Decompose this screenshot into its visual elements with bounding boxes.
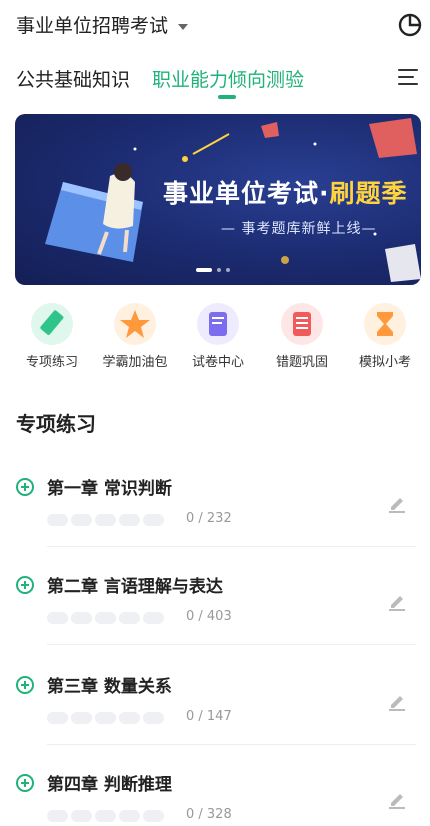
carousel-indicator (196, 268, 230, 272)
progress-bars (47, 810, 164, 822)
expand-plus-icon[interactable] (16, 576, 34, 594)
banner-title-highlight: 刷题季 (329, 179, 408, 208)
chapter-name: 第二章 言语理解与表达 (47, 577, 223, 597)
feature-error-review[interactable]: 错题巩固 (262, 303, 342, 370)
star-icon (114, 303, 156, 345)
subject-tabs: 公共基础知识 职业能力倾向测验 (0, 62, 430, 106)
exam-title: 事业单位招聘考试 (16, 15, 169, 37)
progress-bars (47, 612, 164, 624)
promo-banner[interactable]: 事业单位考试·刷题季 — 事考题库新鲜上线— (15, 114, 421, 285)
feature-label: 试卷中心 (191, 355, 244, 370)
divider (47, 744, 416, 745)
chapter-row[interactable]: 第三章 数量关系 0 / 147 (0, 670, 430, 768)
exam-selector[interactable]: 事业单位招聘考试 (16, 12, 189, 40)
chapter-count: 0 / 147 (186, 709, 232, 724)
feature-label: 专项练习 (25, 355, 78, 370)
chapter-name: 第一章 常识判断 (47, 479, 172, 499)
divider (47, 546, 416, 547)
carousel-dot-active (196, 268, 212, 272)
edit-pencil-icon[interactable] (386, 492, 408, 514)
divider (47, 644, 416, 645)
feature-label: 学霸加油包 (102, 355, 168, 370)
list-menu-icon[interactable] (398, 69, 420, 87)
tab-public-knowledge[interactable]: 公共基础知识 (16, 66, 130, 94)
feature-mock-test[interactable]: 模拟小考 (345, 303, 425, 370)
feature-boost-pack[interactable]: 学霸加油包 (95, 303, 175, 370)
active-tab-indicator (218, 95, 236, 99)
feature-paper-center[interactable]: 试卷中心 (178, 303, 258, 370)
edit-pencil-icon[interactable] (386, 788, 408, 810)
banner-subtitle: — 事考题库新鲜上线— (221, 221, 377, 237)
chapter-name: 第四章 判断推理 (47, 775, 172, 795)
edit-pencil-icon[interactable] (386, 590, 408, 612)
expand-plus-icon[interactable] (16, 676, 34, 694)
carousel-dot (226, 268, 230, 272)
progress-bars (47, 712, 164, 724)
section-title: 专项练习 (16, 412, 96, 436)
banner-title: 事业单位考试·刷题季 (163, 174, 408, 210)
top-bar: 事业单位招聘考试 (0, 0, 430, 52)
edit-pencil-icon[interactable] (386, 690, 408, 712)
caret-down-icon (178, 24, 189, 30)
feature-grid: 专项练习 学霸加油包 试卷中心 错题巩固 模拟小考 (0, 303, 430, 383)
chapter-count: 0 / 328 (186, 807, 232, 822)
feature-label: 错题巩固 (275, 355, 328, 370)
pie-chart-icon[interactable] (397, 12, 423, 38)
chapter-row[interactable]: 第四章 判断推理 0 / 328 (0, 768, 430, 826)
banner-title-main: 事业单位考试· (163, 179, 330, 208)
tab-aptitude-test[interactable]: 职业能力倾向测验 (152, 66, 304, 94)
paper-icon (197, 303, 239, 345)
feature-label: 模拟小考 (358, 355, 411, 370)
chapter-row[interactable]: 第二章 言语理解与表达 0 / 403 (0, 570, 430, 668)
carousel-dot (217, 268, 221, 272)
notebook-icon (281, 303, 323, 345)
progress-bars (47, 514, 164, 526)
pencil-icon (31, 303, 73, 345)
chapter-count: 0 / 232 (186, 511, 232, 526)
hourglass-icon (364, 303, 406, 345)
expand-plus-icon[interactable] (16, 774, 34, 792)
chapter-name: 第三章 数量关系 (47, 677, 172, 697)
expand-plus-icon[interactable] (16, 478, 34, 496)
chapter-count: 0 / 403 (186, 609, 232, 624)
chapter-row[interactable]: 第一章 常识判断 0 / 232 (0, 472, 430, 570)
feature-special-practice[interactable]: 专项练习 (12, 303, 92, 370)
